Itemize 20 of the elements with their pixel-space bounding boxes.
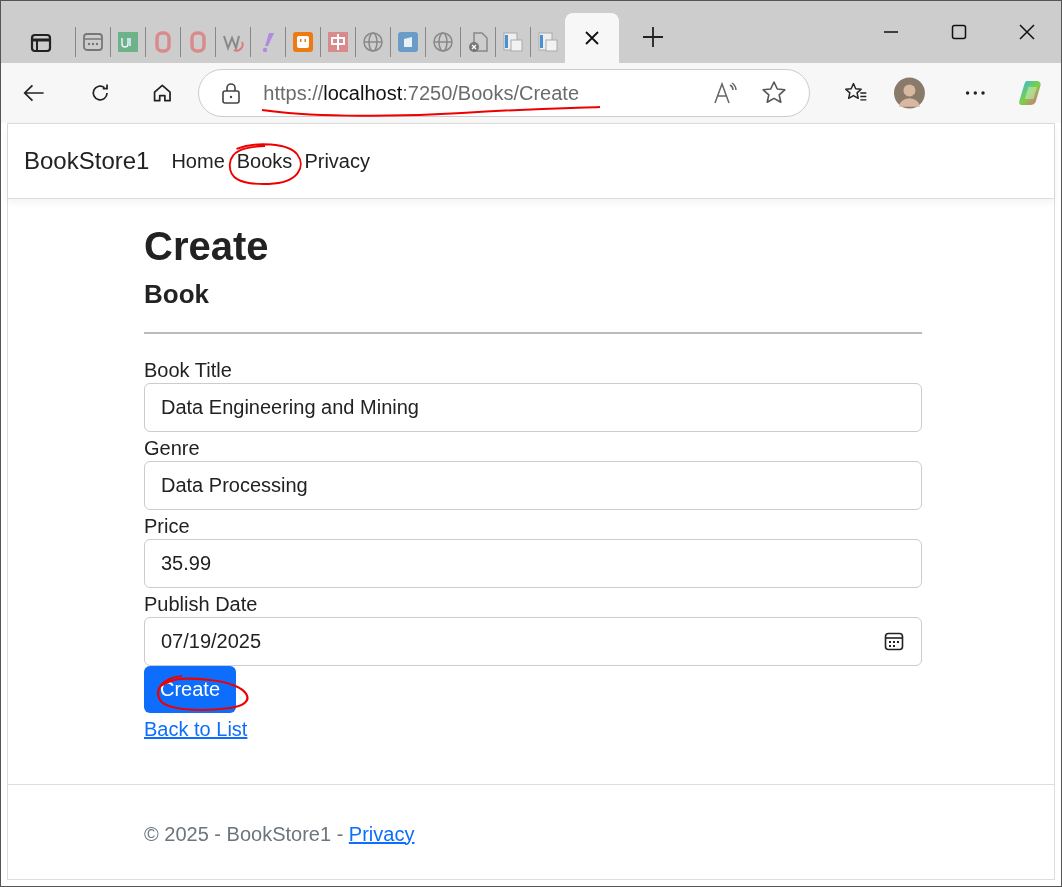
privacy-link[interactable]: Privacy bbox=[348, 822, 415, 846]
input-field[interactable]: Data Processing bbox=[144, 461, 922, 510]
back-to-list-link[interactable]: Back to List bbox=[144, 718, 248, 741]
field-label: Genre bbox=[144, 436, 201, 460]
footer-text: © 2025 - BookStore1 - bbox=[144, 822, 345, 846]
create-button[interactable]: Create bbox=[144, 666, 237, 713]
section-title: Book bbox=[144, 279, 210, 310]
input-field[interactable]: Data Engineering and Mining bbox=[144, 383, 922, 432]
field-label: Price bbox=[144, 514, 191, 538]
input-field[interactable]: 35.99 bbox=[144, 539, 922, 588]
date-field[interactable]: 07/19/2025 bbox=[144, 617, 922, 666]
address-bar[interactable]: https://localhost:7250/Books/Create bbox=[198, 69, 811, 117]
nav-link[interactable]: Privacy bbox=[304, 149, 370, 173]
nav-link[interactable]: Books bbox=[236, 149, 293, 173]
url-text: https://localhost:7250/Books/Create bbox=[263, 81, 692, 105]
field-label: Publish Date bbox=[144, 592, 259, 616]
field-label: Book Title bbox=[144, 358, 233, 382]
brand-link[interactable]: BookStore1 bbox=[24, 147, 150, 175]
page-title: Create bbox=[144, 223, 270, 270]
nav-link[interactable]: Home bbox=[171, 149, 225, 173]
